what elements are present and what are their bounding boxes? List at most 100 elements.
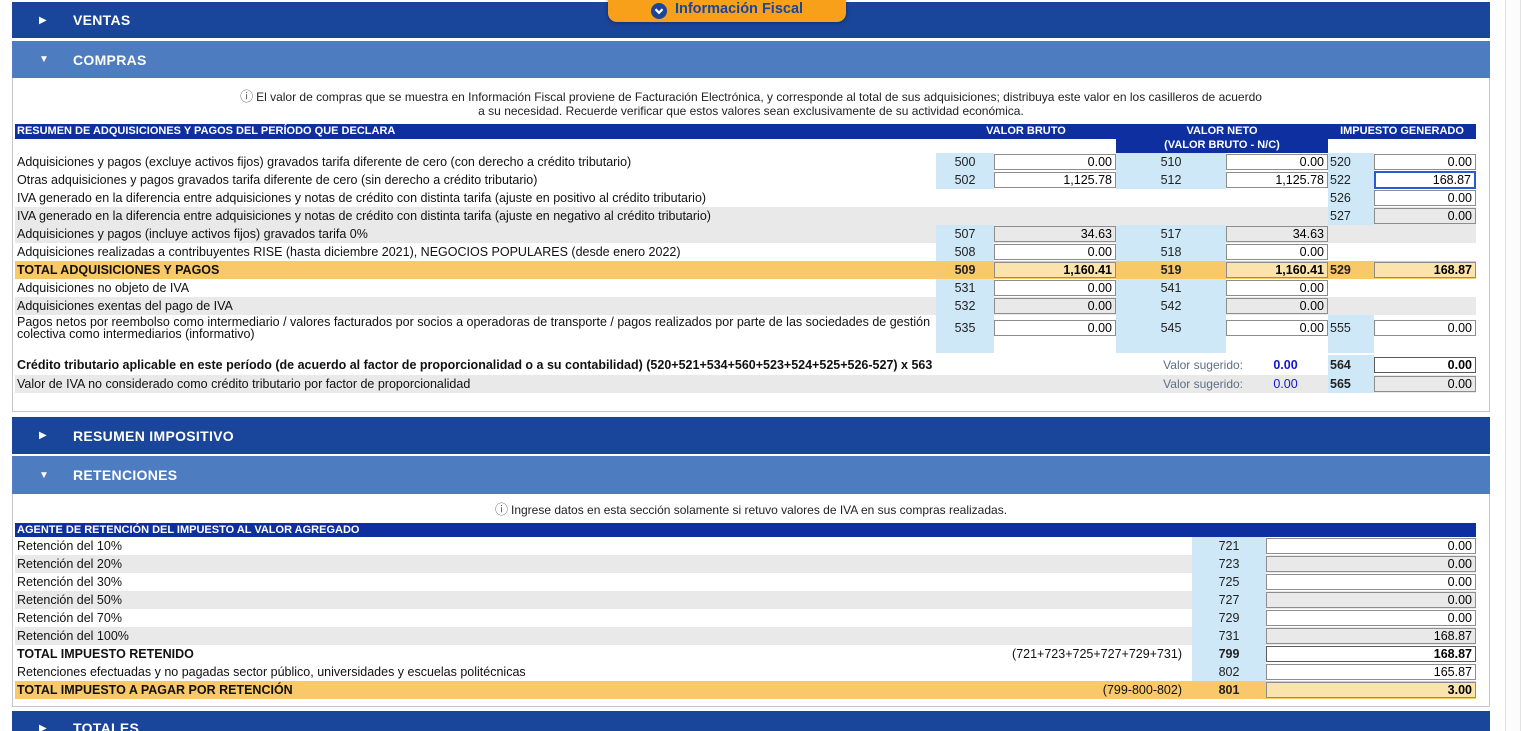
row-label: Pagos netos por reembolso como intermedi… — [15, 316, 936, 340]
code-729: 729 — [1192, 609, 1266, 627]
row-label: Adquisiciones realizadas a contribuyente… — [15, 246, 936, 258]
table-row: Retención del 70%729 — [15, 609, 1476, 627]
input-535[interactable] — [994, 320, 1116, 336]
input-542 — [1226, 298, 1328, 314]
table-row: Adquisiciones realizadas a contribuyente… — [15, 243, 1476, 261]
row-label: Adquisiciones no objeto de IVA — [15, 282, 936, 294]
code-512: 512 — [1116, 171, 1226, 189]
code-731: 731 — [1192, 627, 1266, 645]
row-label: Retención del 100% — [15, 629, 952, 643]
retenciones-panel: ⓘIngrese datos en esta sección solamente… — [12, 494, 1490, 707]
code-522: 522 — [1328, 171, 1374, 189]
code-555: 555 — [1328, 315, 1374, 341]
input-721[interactable] — [1266, 538, 1476, 554]
code-526: 526 — [1328, 189, 1374, 207]
table-row: Retención del 10%721 — [15, 537, 1476, 555]
info-icon: ⓘ — [495, 502, 508, 517]
input-727[interactable] — [1266, 592, 1476, 608]
info-text: Ingrese datos en esta sección solamente … — [511, 503, 1007, 517]
row-label: IVA generado en la diferencia entre adqu… — [15, 210, 936, 222]
input-502[interactable] — [994, 172, 1116, 188]
row-label: TOTAL IMPUESTO RETENIDO — [15, 647, 952, 661]
compras-table-header: RESUMEN DE ADQUISICIONES Y PAGOS DEL PER… — [15, 124, 1476, 153]
input-519 — [1226, 262, 1328, 278]
column-header-valor-neto: VALOR NETO (VALOR BRUTO - N/C) — [1116, 124, 1328, 153]
table-row: TOTAL ADQUISICIONES Y PAGOS509519529 — [15, 261, 1476, 279]
input-508[interactable] — [994, 244, 1116, 260]
input-729[interactable] — [1266, 610, 1476, 626]
input-500[interactable] — [994, 154, 1116, 170]
input-725[interactable] — [1266, 574, 1476, 590]
table-row: Retenciones efectuadas y no pagadas sect… — [15, 663, 1476, 681]
code-502: 502 — [936, 171, 994, 189]
input-510[interactable] — [1226, 154, 1328, 170]
input-518[interactable] — [1226, 244, 1328, 260]
table-row: TOTAL IMPUESTO A PAGAR POR RETENCIÓN(799… — [15, 681, 1476, 699]
code-801: 801 — [1192, 681, 1266, 699]
input-517 — [1226, 226, 1328, 242]
section-header-retenciones[interactable]: ▼ RETENCIONES — [12, 456, 1490, 494]
input-507 — [994, 226, 1116, 242]
section-header-compras[interactable]: ▼ COMPRAS — [12, 41, 1490, 78]
code-532: 532 — [936, 297, 994, 315]
input-801 — [1266, 682, 1476, 698]
valor-sugerido-value: 0.00 — [1243, 377, 1328, 391]
column-header-impuesto-generado: IMPUESTO GENERADO — [1328, 124, 1476, 139]
input-564[interactable] — [1374, 357, 1476, 373]
input-555[interactable] — [1374, 320, 1476, 336]
code-545: 545 — [1116, 315, 1226, 341]
section-title-ventas: VENTAS — [73, 12, 131, 28]
row-label: TOTAL IMPUESTO A PAGAR POR RETENCIÓN — [15, 683, 952, 697]
code-725: 725 — [1192, 573, 1266, 591]
table-row: Valor de IVA no considerado como crédito… — [15, 375, 1476, 393]
row-label: Retenciones efectuadas y no pagadas sect… — [15, 665, 952, 679]
input-531[interactable] — [994, 280, 1116, 296]
input-545[interactable] — [1226, 320, 1328, 336]
input-512[interactable] — [1226, 172, 1328, 188]
code-535: 535 — [936, 315, 994, 341]
informacion-fiscal-button[interactable]: Información Fiscal — [608, 0, 846, 22]
table-row: Otras adquisiciones y pagos gravados tar… — [15, 171, 1476, 189]
vertical-scrollbar[interactable] — [1505, 0, 1521, 731]
code-542: 542 — [1116, 297, 1226, 315]
input-526[interactable] — [1374, 190, 1476, 206]
code-564: 564 — [1328, 355, 1374, 375]
code-500: 500 — [936, 153, 994, 171]
code-527: 527 — [1328, 207, 1374, 225]
row-label: Retención del 50% — [15, 593, 952, 607]
code-507: 507 — [936, 225, 994, 243]
input-565 — [1374, 376, 1476, 392]
row-formula: (799-800-802) — [952, 683, 1192, 697]
input-723[interactable] — [1266, 556, 1476, 572]
section-header-totales[interactable]: ▶ TOTALES — [12, 711, 1490, 731]
retenciones-info-note: ⓘIngrese datos en esta sección solamente… — [13, 503, 1489, 517]
input-520[interactable] — [1374, 154, 1476, 170]
column-header-resumen: RESUMEN DE ADQUISICIONES Y PAGOS DEL PER… — [15, 124, 936, 139]
input-522[interactable] — [1374, 171, 1476, 189]
input-802[interactable] — [1266, 664, 1476, 680]
table-row: Adquisiciones y pagos (excluye activos f… — [15, 153, 1476, 171]
table-row: Pagos netos por reembolso como intermedi… — [15, 315, 1476, 341]
section-title-totales: TOTALES — [73, 720, 139, 731]
input-529 — [1374, 262, 1476, 278]
input-509 — [994, 262, 1116, 278]
code-802: 802 — [1192, 663, 1266, 681]
section-title-resumen-impositivo: RESUMEN IMPOSITIVO — [73, 428, 234, 444]
valor-sugerido-label: Valor sugerido: — [1093, 358, 1243, 372]
code-529: 529 — [1328, 261, 1374, 279]
code-column-tail — [15, 341, 1476, 353]
section-title-compras: COMPRAS — [73, 52, 147, 68]
row-formula: (721+723+725+727+729+731) — [952, 647, 1192, 661]
info-icon: ⓘ — [240, 89, 253, 104]
section-header-resumen-impositivo[interactable]: ▶ RESUMEN IMPOSITIVO — [12, 417, 1490, 454]
iva-declaration-form: Información Fiscal ▶ VENTAS ▼ COMPRAS ⓘE… — [0, 0, 1521, 731]
informacion-fiscal-label: Información Fiscal — [675, 1, 803, 17]
table-row: Retención del 30%725 — [15, 573, 1476, 591]
row-label: Adquisiciones y pagos (excluye activos f… — [15, 156, 936, 168]
section-title-retenciones: RETENCIONES — [73, 467, 177, 483]
chevron-down-circle-icon — [651, 3, 667, 19]
code-508: 508 — [936, 243, 994, 261]
table-row: Retención del 50%727 — [15, 591, 1476, 609]
input-541[interactable] — [1226, 280, 1328, 296]
table-row: Retención del 20%723 — [15, 555, 1476, 573]
